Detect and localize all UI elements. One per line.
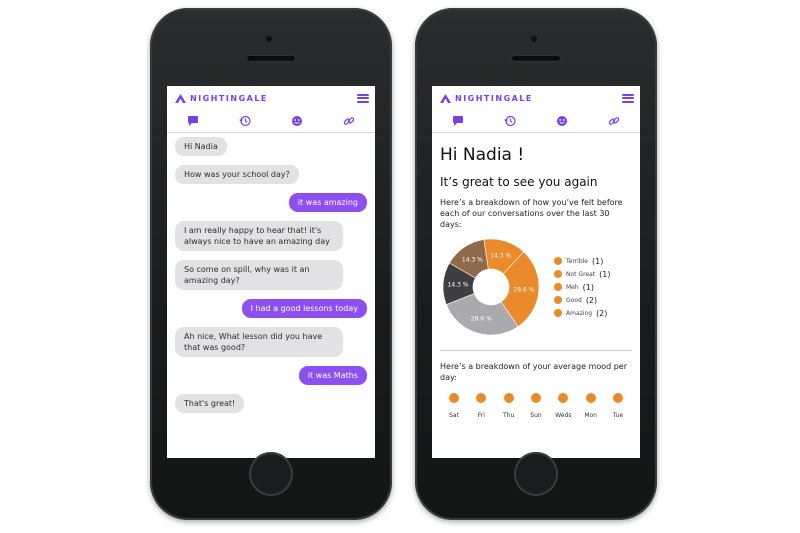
pie-slice-label: 14.3 % [448,282,469,289]
mood-chart-row: 14.3 % 28.6 % 28.6 % 14.3 % 14.3 % Terrible (… [440,236,632,338]
home-button[interactable] [249,452,293,496]
user-message-bubble: it was amazing [288,193,367,212]
link-icon[interactable] [608,115,620,127]
earpiece-speaker [246,55,296,62]
nav-icon-bar [432,110,640,133]
legend-count: (1) [592,256,604,266]
mood-emoji-icon [503,393,514,403]
legend-label: Good [566,296,582,304]
mood-per-day-intro: Here’s a breakdown of your average mood … [440,362,628,382]
legend-item: Good (2) [554,294,610,307]
mood-face-icon[interactable] [291,115,303,127]
dashboard-screen: NIGHTINGALE Hi Nadia ! It’s great to see… [432,86,640,458]
mood-donut-chart: 14.3 % 28.6 % 28.6 % 14.3 % 14.3 % [442,238,540,336]
mood-face-icon[interactable] [556,115,568,127]
mood-per-day-row: Sat Fri Thu Sun Weds Mon Tue [440,393,632,419]
day-mood-item: Tue [607,393,629,419]
pie-slice-label: 28.6 % [471,316,492,323]
app-name: NIGHTINGALE [190,93,268,103]
pie-slice-label: 14.3 % [462,257,483,264]
mood-emoji-icon [449,393,459,403]
phone-left: NIGHTINGALE Hi Nadia How was your school … [150,8,392,520]
chat-screen: NIGHTINGALE Hi Nadia How was your school … [167,86,375,458]
home-button[interactable] [514,452,558,496]
top-bar: NIGHTINGALE [167,86,375,110]
legend-item: Not Great (1) [554,268,610,281]
day-label: Thu [503,412,515,419]
legend-label: Terrible [566,257,588,265]
link-icon[interactable] [343,115,355,127]
day-label: Mon [584,412,597,419]
day-mood-item: Fri [470,393,492,419]
mood-emoji-icon [554,309,562,317]
legend-count: (2) [596,308,608,318]
mood-emoji-icon [558,393,569,403]
mood-emoji-icon [554,283,562,291]
mood-emoji-icon [530,393,541,403]
day-mood-item: Weds [552,393,574,419]
day-label: Weds [555,412,572,419]
top-bar: NIGHTINGALE [432,86,640,110]
bot-message-bubble: How was your school day? [175,165,299,184]
welcome-subtitle: It’s great to see you again [440,175,598,189]
legend-item: Meh (1) [554,281,610,294]
day-mood-item: Thu [498,393,520,419]
legend-item: Terrible (1) [554,255,610,268]
pie-slice-label: 14.3 % [490,252,511,259]
day-label: Sat [449,412,459,419]
nav-icon-bar [167,110,375,133]
day-mood-item: Sat [443,393,465,419]
mood-emoji-icon [476,393,487,403]
mood-emoji-icon [585,393,596,403]
day-label: Fri [477,412,485,419]
bot-message-bubble: That's great! [175,394,245,413]
nightingale-logo-icon [440,93,451,103]
hamburger-menu-icon[interactable] [622,93,634,103]
phone-right: NIGHTINGALE Hi Nadia ! It’s great to see… [415,8,657,520]
pie-slice-label: 28.6 % [513,286,534,293]
app-logo[interactable]: NIGHTINGALE [175,93,268,103]
hamburger-menu-icon[interactable] [357,93,369,103]
legend-label: Meh [566,283,579,291]
greeting-heading: Hi Nadia ! [440,145,525,165]
legend-item: Amazing (2) [554,307,610,320]
day-mood-item: Sun [525,393,547,419]
section-divider [440,350,632,351]
earpiece-speaker [511,55,561,62]
bot-message-bubble: So come on spill, why was it an amazing … [175,260,343,290]
user-message-bubble: I had a good lessons today [241,299,367,318]
mood-emoji-icon [554,296,562,304]
chat-thread[interactable]: Hi Nadia How was your school day? it was a… [167,133,375,413]
front-camera [529,34,539,44]
day-label: Sun [530,412,542,419]
app-logo[interactable]: NIGHTINGALE [440,93,533,103]
bot-message-bubble: I am really happy to hear that! it's alw… [175,221,343,251]
user-message-bubble: it was Maths [298,366,367,385]
bot-message-bubble: Ah nice, What lesson did you have that w… [175,327,343,357]
chat-icon[interactable] [187,115,199,127]
day-mood-item: Mon [580,393,602,419]
dashboard-content: Hi Nadia ! It’s great to see you again H… [432,133,640,429]
legend-count: (2) [585,295,598,305]
breakdown-intro: Here’s a breakdown of how you’ve felt be… [440,198,623,229]
legend-count: (1) [582,282,595,292]
bot-message-bubble: Hi Nadia [175,137,227,156]
legend-label: Not Great [566,270,596,278]
front-camera [264,34,274,44]
legend-count: (1) [599,269,611,279]
mood-emoji-icon [554,257,562,265]
mood-legend: Terrible (1) Not Great (1) Meh (1) Good (2) Amaz… [554,255,610,320]
day-label: Tue [612,412,624,419]
chat-icon[interactable] [452,115,464,127]
mood-emoji-icon [612,393,623,403]
history-icon[interactable] [504,115,516,127]
history-icon[interactable] [239,115,251,127]
app-name: NIGHTINGALE [455,93,533,103]
legend-label: Amazing [566,309,593,317]
nightingale-logo-icon [175,93,186,103]
mood-emoji-icon [554,270,562,278]
